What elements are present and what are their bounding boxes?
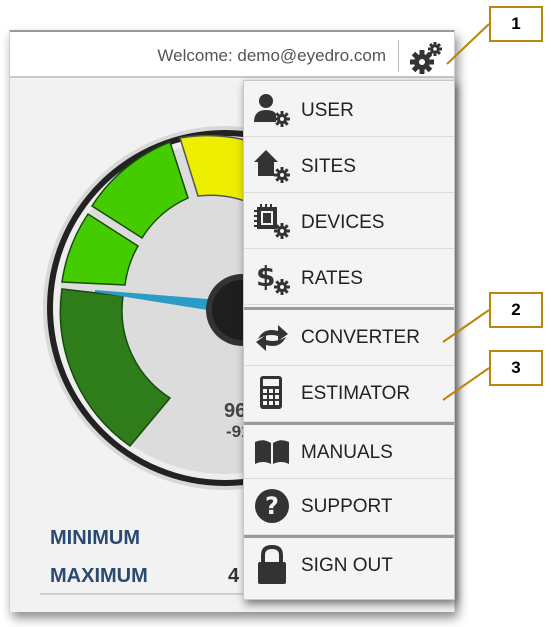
callout-leader-lines xyxy=(442,23,490,401)
